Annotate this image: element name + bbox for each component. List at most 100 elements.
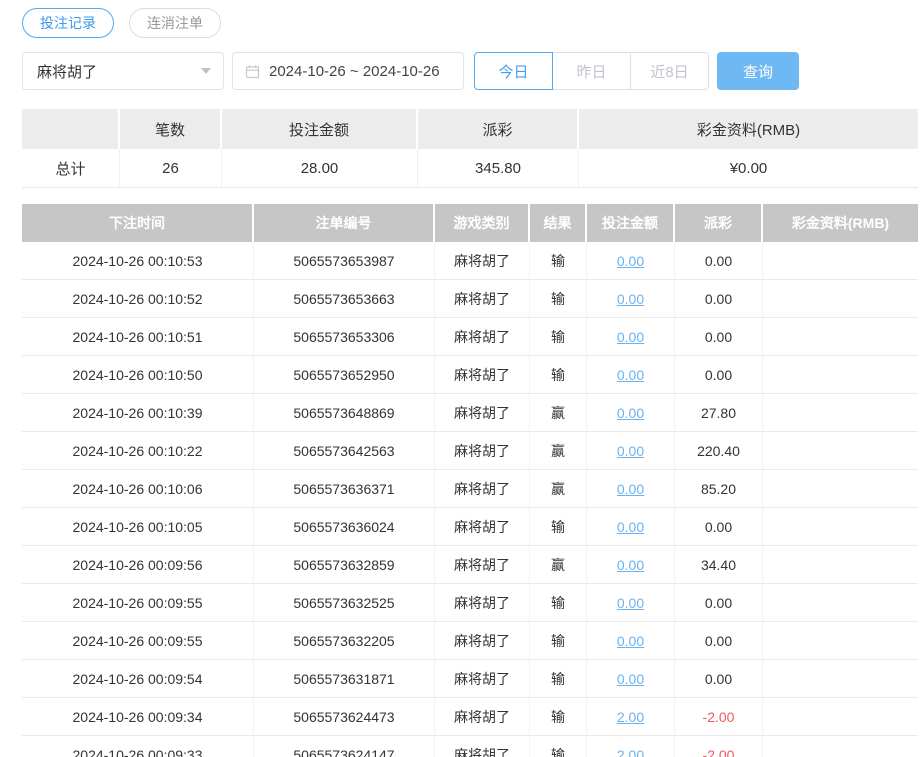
table-row: 2024-10-26 00:09:34 5065573624473 麻将胡了输 2.0…	[22, 698, 918, 736]
result-cell: 输	[530, 242, 587, 279]
order-id-cell: 5065573653306	[254, 318, 435, 355]
summary-header-cell: 彩金资料(RMB)	[696, 121, 801, 139]
bet-amount-cell: 0.00	[587, 622, 675, 659]
bet-amount-cell: 0.00	[587, 660, 675, 697]
order-id-cell: 5065573632859	[254, 546, 435, 583]
payout-cell: 0.00	[675, 660, 763, 697]
bet-amount-cell: 0.00	[587, 432, 675, 469]
date-range-input[interactable]: 2024-10-26 ~ 2024-10-26	[232, 52, 464, 90]
bonus-cell	[763, 318, 918, 355]
chevron-down-icon	[201, 68, 211, 74]
game-type-cell: 麻将胡了	[435, 432, 530, 469]
bet-time-cell: 2024-10-26 00:09:55	[22, 622, 254, 659]
bet-time-cell: 2024-10-26 00:10:22	[22, 432, 254, 469]
quick-range-8days-button[interactable]: 近8日	[630, 52, 709, 90]
bet-time-cell: 2024-10-26 00:10:53	[22, 242, 254, 279]
bet-time-cell: 2024-10-26 00:10:05	[22, 508, 254, 545]
order-id-cell: 5065573648869	[254, 394, 435, 431]
summary-header-cell	[22, 109, 120, 149]
bet-amount-link[interactable]: 2.00	[617, 747, 644, 757]
records-header-cell: 下注时间	[22, 204, 254, 242]
summary-total-cell: 总计	[22, 149, 120, 187]
query-button[interactable]: 查询	[717, 52, 799, 90]
records-header-cell: 彩金资料(RMB)	[791, 215, 890, 231]
records-header-row: 下注时间 注单编号 游戏类别 结果 投注金额 派彩 彩金资料(RMB)	[22, 204, 918, 242]
game-type-cell: 麻将胡了	[435, 508, 530, 545]
game-type-cell: 麻将胡了	[435, 546, 530, 583]
game-select[interactable]: 麻将胡了	[22, 52, 224, 90]
bet-time-cell: 2024-10-26 00:09:54	[22, 660, 254, 697]
payout-cell: -2.00	[675, 736, 763, 757]
tabs: 投注记录 连消注单	[22, 8, 922, 38]
bet-amount-link[interactable]: 0.00	[617, 671, 644, 687]
game-type-cell: 麻将胡了	[435, 318, 530, 355]
bet-amount-link[interactable]: 0.00	[617, 291, 644, 307]
bet-amount-link[interactable]: 0.00	[617, 443, 644, 459]
bet-amount-cell: 0.00	[587, 470, 675, 507]
game-type-cell: 麻将胡了	[435, 660, 530, 697]
summary-header-cell: 投注金额	[222, 109, 418, 149]
bet-amount-link[interactable]: 0.00	[617, 557, 644, 573]
records-header-cell: 投注金额	[587, 204, 675, 242]
bet-amount-cell: 0.00	[587, 394, 675, 431]
result-cell: 赢	[530, 432, 587, 469]
records-header-cell: 游戏类别	[435, 204, 530, 242]
order-id-cell: 5065573632205	[254, 622, 435, 659]
game-type-cell: 麻将胡了	[435, 736, 530, 757]
payout-cell: 0.00	[675, 242, 763, 279]
summary-total-cell: 26	[120, 149, 222, 187]
game-select-value: 麻将胡了	[37, 63, 98, 81]
payout-cell: 0.00	[675, 318, 763, 355]
records-header-cell: 派彩	[675, 204, 763, 242]
bet-time-cell: 2024-10-26 00:10:50	[22, 356, 254, 393]
table-row: 2024-10-26 00:10:39 5065573648869 麻将胡了赢 0.0…	[22, 394, 918, 432]
betting-records-page: 投注记录 连消注单 麻将胡了 2024-10-26 ~ 2024-10-26 今…	[0, 0, 922, 757]
bet-amount-link[interactable]: 0.00	[617, 633, 644, 649]
order-id-cell: 5065573653663	[254, 280, 435, 317]
quick-range-today-button[interactable]: 今日	[474, 52, 553, 90]
bet-time-cell: 2024-10-26 00:09:56	[22, 546, 254, 583]
bet-amount-link[interactable]: 0.00	[617, 329, 644, 345]
bet-amount-cell: 0.00	[587, 546, 675, 583]
bet-amount-cell: 0.00	[587, 356, 675, 393]
order-id-cell: 5065573631871	[254, 660, 435, 697]
table-row: 2024-10-26 00:09:55 5065573632205 麻将胡了输 0.0…	[22, 622, 918, 660]
payout-cell: 34.40	[675, 546, 763, 583]
bet-amount-cell: 0.00	[587, 584, 675, 621]
result-cell: 输	[530, 622, 587, 659]
calendar-icon	[245, 64, 260, 79]
bet-amount-link[interactable]: 0.00	[617, 519, 644, 535]
bonus-cell	[763, 584, 918, 621]
bet-amount-link[interactable]: 0.00	[617, 405, 644, 421]
result-cell: 赢	[530, 470, 587, 507]
bet-amount-link[interactable]: 0.00	[617, 481, 644, 497]
result-cell: 赢	[530, 394, 587, 431]
summary-total-cell: 345.80	[418, 149, 579, 187]
bet-amount-link[interactable]: 0.00	[617, 595, 644, 611]
order-id-cell: 5065573642563	[254, 432, 435, 469]
game-type-cell: 麻将胡了	[435, 242, 530, 279]
order-id-cell: 5065573632525	[254, 584, 435, 621]
result-cell: 输	[530, 356, 587, 393]
bet-amount-cell: 2.00	[587, 736, 675, 757]
payout-cell: -2.00	[675, 698, 763, 735]
records-body: 2024-10-26 00:10:53 5065573653987 麻将胡了输 0.0…	[22, 242, 918, 757]
records-header-cell: 注单编号	[254, 204, 435, 242]
quick-range-yesterday-button[interactable]: 昨日	[552, 52, 631, 90]
bet-amount-cell: 0.00	[587, 242, 675, 279]
bet-time-cell: 2024-10-26 00:09:55	[22, 584, 254, 621]
bet-amount-link[interactable]: 0.00	[617, 253, 644, 269]
order-id-cell: 5065573636024	[254, 508, 435, 545]
bet-amount-link[interactable]: 0.00	[617, 367, 644, 383]
payout-cell: 0.00	[675, 622, 763, 659]
bonus-cell	[763, 622, 918, 659]
order-id-cell: 5065573653987	[254, 242, 435, 279]
payout-cell: 220.40	[675, 432, 763, 469]
summary-table: 笔数 投注金额 派彩 彩金资料(RMB) 总计 26 28.00 345.80 ¥0.00	[22, 109, 918, 188]
bonus-cell	[763, 470, 918, 507]
bet-amount-link[interactable]: 2.00	[617, 709, 644, 725]
result-cell: 输	[530, 736, 587, 757]
order-id-cell: 5065573636371	[254, 470, 435, 507]
tab-cancelled-orders[interactable]: 连消注单	[129, 8, 221, 38]
tab-betting-records[interactable]: 投注记录	[22, 8, 114, 38]
